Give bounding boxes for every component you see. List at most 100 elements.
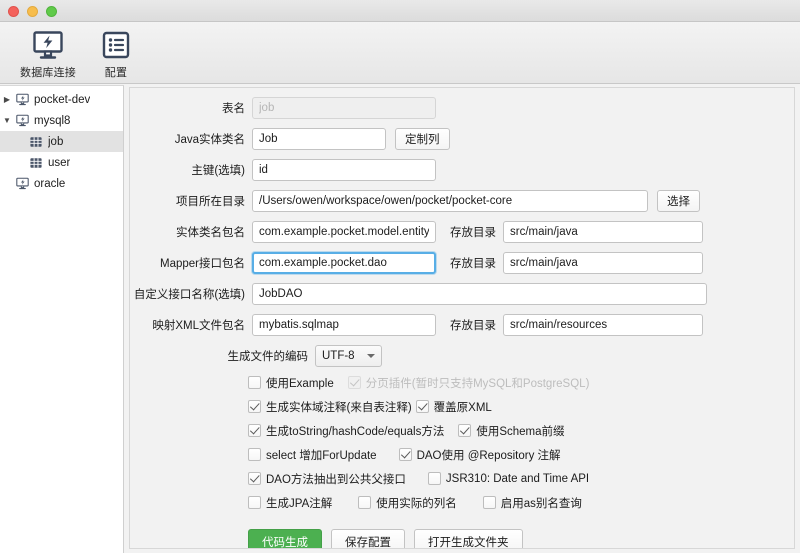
- project-dir-input[interactable]: [252, 190, 648, 212]
- database-icon: [14, 114, 30, 127]
- primary-key-input[interactable]: [252, 159, 436, 181]
- option-label: 生成JPA注解: [266, 495, 332, 511]
- option-dao-common-parent-interface[interactable]: DAO方法抽出到公共父接口: [248, 471, 406, 487]
- checkbox-box[interactable]: [458, 424, 471, 437]
- table-name-label: 表名: [130, 100, 252, 116]
- project-dir-label: 项目所在目录: [130, 193, 252, 209]
- toolbar-item-database-connection[interactable]: 数据库连接: [14, 26, 82, 80]
- entity-package-label: 实体类名包名: [130, 224, 252, 240]
- toolbar-item-label: 配置: [105, 64, 127, 80]
- xml-dir-label: 存放目录: [450, 317, 496, 333]
- toolbar-item-label: 数据库连接: [20, 64, 76, 80]
- option-label: DAO使用 @Repository 注解: [417, 447, 561, 463]
- checkbox-box[interactable]: [248, 448, 261, 461]
- option-use-schema-prefix[interactable]: 使用Schema前缀: [458, 423, 564, 439]
- option-select-for-update[interactable]: select 增加ForUpdate: [248, 447, 377, 463]
- checkbox-box[interactable]: [248, 400, 261, 413]
- main-toolbar: 数据库连接 配置: [0, 22, 800, 84]
- custom-interface-input[interactable]: [252, 283, 707, 305]
- mapper-dir-input[interactable]: [503, 252, 703, 274]
- database-icon: [14, 93, 30, 106]
- checkbox-box[interactable]: [483, 496, 496, 509]
- window-controls: [8, 6, 57, 17]
- chevron-down-icon: [367, 354, 375, 358]
- option-use-example[interactable]: 使用Example: [248, 375, 334, 391]
- table-name-input[interactable]: [252, 97, 436, 119]
- option-dao-repository-annotation[interactable]: DAO使用 @Repository 注解: [399, 447, 561, 463]
- option-generate-jpa-annotations[interactable]: 生成JPA注解: [248, 495, 332, 511]
- xml-package-label: 映射XML文件包名: [130, 317, 252, 333]
- choose-directory-button[interactable]: 选择: [657, 190, 700, 212]
- checkbox-box[interactable]: [248, 376, 261, 389]
- options-row: 生成实体域注释(来自表注释) 覆盖原XML: [130, 398, 794, 415]
- entity-class-input[interactable]: [252, 128, 386, 150]
- entity-package-input[interactable]: [252, 221, 436, 243]
- chevron-down-icon[interactable]: ▼: [0, 117, 14, 125]
- checkbox-box[interactable]: [248, 472, 261, 485]
- checkbox-box[interactable]: [248, 424, 261, 437]
- option-label: 使用实际的列名: [376, 495, 457, 511]
- option-use-actual-column-names[interactable]: 使用实际的列名: [358, 495, 457, 511]
- form-row-xml-package: 映射XML文件包名 存放目录: [130, 314, 794, 336]
- form-row-table-name: 表名: [130, 97, 794, 119]
- form-row-encoding: 生成文件的编码 UTF-8: [130, 345, 794, 367]
- generate-code-button[interactable]: 代码生成: [248, 529, 322, 549]
- checkbox-box[interactable]: [428, 472, 441, 485]
- options-row: 使用Example 分页插件(暂时只支持MySQL和PostgreSQL): [130, 374, 794, 391]
- mapper-dir-label: 存放目录: [450, 255, 496, 271]
- option-jsr310-date-time-api[interactable]: JSR310: Date and Time API: [428, 472, 589, 485]
- form-row-entity-class: Java实体类名 定制列: [130, 128, 794, 150]
- sidebar-item-user[interactable]: user: [0, 152, 123, 173]
- option-generate-entity-comments[interactable]: 生成实体域注释(来自表注释): [248, 399, 412, 415]
- option-label: JSR310: Date and Time API: [446, 473, 589, 485]
- options-row: DAO方法抽出到公共父接口 JSR310: Date and Time API: [130, 470, 794, 487]
- entity-dir-input[interactable]: [503, 221, 703, 243]
- form-row-mapper-package: Mapper接口包名 存放目录: [130, 252, 794, 274]
- app-window: 数据库连接 配置 ▶: [0, 0, 800, 553]
- form-row-entity-package: 实体类名包名 存放目录: [130, 221, 794, 243]
- option-label: 使用Schema前缀: [476, 423, 564, 439]
- minimize-button[interactable]: [27, 6, 38, 17]
- xml-package-input[interactable]: [252, 314, 436, 336]
- checkbox-box[interactable]: [416, 400, 429, 413]
- toolbar-item-configuration[interactable]: 配置: [82, 26, 150, 80]
- options-row: select 增加ForUpdate DAO使用 @Repository 注解: [130, 446, 794, 463]
- options-row: 生成toString/hashCode/equals方法 使用Schema前缀: [130, 422, 794, 439]
- encoding-label: 生成文件的编码: [130, 348, 315, 364]
- option-overwrite-xml[interactable]: 覆盖原XML: [416, 399, 492, 415]
- table-icon: [28, 157, 44, 169]
- open-output-folder-button[interactable]: 打开生成文件夹: [414, 529, 523, 549]
- primary-key-label: 主键(选填): [130, 162, 252, 178]
- maximize-button[interactable]: [46, 6, 57, 17]
- checkbox-box[interactable]: [358, 496, 371, 509]
- encoding-select[interactable]: UTF-8: [315, 345, 382, 367]
- mapper-package-input[interactable]: [252, 252, 436, 274]
- database-icon: [14, 177, 30, 190]
- save-config-button[interactable]: 保存配置: [331, 529, 405, 549]
- custom-columns-button[interactable]: 定制列: [395, 128, 450, 150]
- checkbox-box: [348, 376, 361, 389]
- action-button-row: 代码生成 保存配置 打开生成文件夹: [130, 529, 794, 549]
- entity-class-label: Java实体类名: [130, 131, 252, 147]
- checkbox-box[interactable]: [248, 496, 261, 509]
- sidebar-item-label: user: [48, 157, 70, 169]
- encoding-selected-value: UTF-8: [322, 350, 355, 362]
- option-enable-as-alias-query[interactable]: 启用as别名查询: [483, 495, 582, 511]
- sidebar-item-label: mysql8: [34, 115, 70, 127]
- sidebar-item-mysql8[interactable]: ▼ mysql8: [0, 110, 123, 131]
- chevron-right-icon[interactable]: ▶: [0, 96, 14, 104]
- xml-dir-input[interactable]: [503, 314, 703, 336]
- close-button[interactable]: [8, 6, 19, 17]
- option-label: 生成实体域注释(来自表注释): [266, 399, 412, 415]
- options-row: 生成JPA注解 使用实际的列名 启用as别名查询: [130, 494, 794, 511]
- option-generate-tostring-hashcode-equals[interactable]: 生成toString/hashCode/equals方法: [248, 423, 444, 439]
- sidebar-item-pocket-dev[interactable]: ▶ pocket-dev: [0, 89, 123, 110]
- connection-tree-sidebar[interactable]: ▶ pocket-dev ▼ mysq: [0, 85, 124, 553]
- option-label: 启用as别名查询: [501, 495, 582, 511]
- generator-form-panel: 表名 Java实体类名 定制列 主键(选填) 项目所在目录 选择 实体类名包名 …: [129, 87, 795, 549]
- option-pagination-plugin: 分页插件(暂时只支持MySQL和PostgreSQL): [348, 375, 590, 391]
- entity-dir-label: 存放目录: [450, 224, 496, 240]
- sidebar-item-job[interactable]: job: [0, 131, 123, 152]
- sidebar-item-oracle[interactable]: oracle: [0, 173, 123, 194]
- checkbox-box[interactable]: [399, 448, 412, 461]
